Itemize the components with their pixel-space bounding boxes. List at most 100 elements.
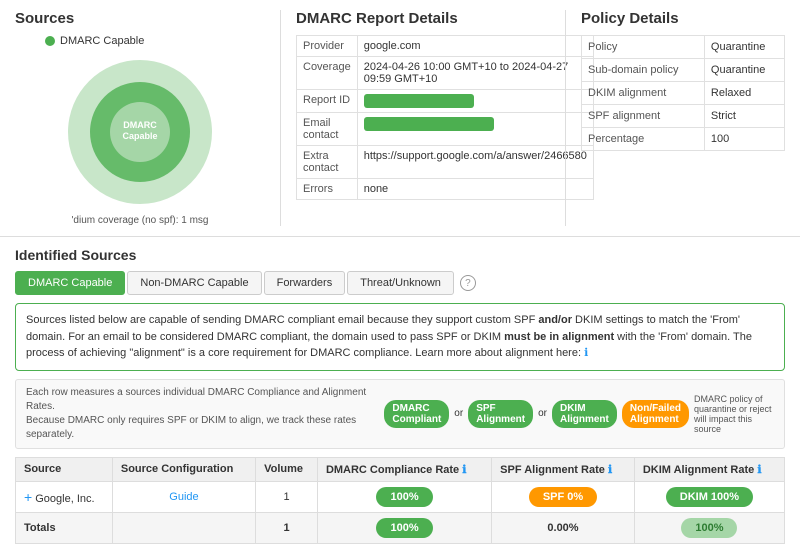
errors-label: Errors xyxy=(297,179,358,200)
totals-label: Totals xyxy=(16,512,113,543)
metrics-text: Each row measures a sources individual D… xyxy=(26,386,374,442)
dkim-rate-help-icon[interactable]: ℹ xyxy=(757,464,761,476)
policy-label: Policy xyxy=(582,36,705,59)
table-row: Policy Quarantine xyxy=(582,36,785,59)
table-row: Email contact xyxy=(297,113,594,146)
legend-label: DMARC Capable xyxy=(60,35,144,47)
pill-spf-alignment: SPFAlignment xyxy=(468,400,533,428)
provider-label: Provider xyxy=(297,36,358,57)
table-header-row: Source Source Configuration Volume DMARC… xyxy=(16,457,785,481)
coverage-label: Coverage xyxy=(297,57,358,90)
info-box: Sources listed below are capable of send… xyxy=(15,303,785,371)
source-name: + Google, Inc. xyxy=(16,481,113,512)
donut-label: 'dium coverage (no spf): 1 msg xyxy=(72,215,209,226)
table-row: DKIM alignment Relaxed xyxy=(582,82,785,105)
col-volume: Volume xyxy=(256,457,318,481)
source-volume: 1 xyxy=(256,481,318,512)
percentage-label: Percentage xyxy=(582,128,705,151)
dkim-alignment-label: DKIM alignment xyxy=(582,82,705,105)
errors-value: none xyxy=(357,179,593,200)
dmarc-rate-value: 100% xyxy=(317,481,491,512)
report-id-value xyxy=(357,90,593,113)
dmarc-detail-table: Provider google.com Coverage 2024-04-26 … xyxy=(296,35,594,200)
extra-contact-value: https://support.google.com/a/answer/2466… xyxy=(357,146,593,179)
email-contact-label: Email contact xyxy=(297,113,358,146)
col-spf-rate: SPF Alignment Rate ℹ xyxy=(492,457,635,481)
table-row: Errors none xyxy=(297,179,594,200)
col-dmarc-rate: DMARC Compliance Rate ℹ xyxy=(317,457,491,481)
tab-non-dmarc-capable[interactable]: Non-DMARC Capable xyxy=(127,271,261,295)
totals-volume: 1 xyxy=(256,512,318,543)
guide-link[interactable]: Guide xyxy=(169,491,198,503)
table-row: Report ID xyxy=(297,90,594,113)
donut-container: DMARC Capable 'dium coverage (no spf): 1… xyxy=(15,52,265,226)
totals-dmarc-pill: 100% xyxy=(376,518,432,538)
dmarc-report-title: DMARC Report Details xyxy=(296,10,550,27)
policy-value: Quarantine xyxy=(704,36,784,59)
table-row: Percentage 100 xyxy=(582,128,785,151)
identified-sources-section: Identified Sources DMARC Capable Non-DMA… xyxy=(0,237,800,554)
dmarc-rate-help-icon[interactable]: ℹ xyxy=(462,464,466,476)
svg-text:DMARC: DMARC xyxy=(123,120,157,130)
pill-dmarc-compliant: DMARCCompliant xyxy=(384,400,449,428)
legend: DMARC Capable xyxy=(45,35,265,47)
spf-rate-value: SPF 0% xyxy=(492,481,635,512)
coverage-value: 2024-04-26 10:00 GMT+10 to 2024-04-27 09… xyxy=(357,57,593,90)
legend-dot xyxy=(45,36,55,46)
table-row: Coverage 2024-04-26 10:00 GMT+10 to 2024… xyxy=(297,57,594,90)
totals-dkim-rate: 100% xyxy=(634,512,784,543)
dkim-rate-value: DKIM 100% xyxy=(634,481,784,512)
provider-value: google.com xyxy=(357,36,593,57)
report-id-label: Report ID xyxy=(297,90,358,113)
help-icon[interactable]: ? xyxy=(460,275,476,291)
bold-and-or: and/or xyxy=(538,314,572,326)
tab-dmarc-capable[interactable]: DMARC Capable xyxy=(15,271,125,295)
policy-table: Policy Quarantine Sub-domain policy Quar… xyxy=(581,35,785,151)
dmarc-report-panel: DMARC Report Details Provider google.com… xyxy=(280,10,565,226)
table-row: Provider google.com xyxy=(297,36,594,57)
col-source: Source xyxy=(16,457,113,481)
metrics-note: DMARC policy of quarantine or reject wil… xyxy=(694,394,774,434)
metrics-legend: DMARCCompliant or SPFAlignment or DKIMAl… xyxy=(384,394,774,434)
extra-contact-label: Extra contact xyxy=(297,146,358,179)
spf-rate-pill: SPF 0% xyxy=(529,487,597,507)
identified-sources-title: Identified Sources xyxy=(15,247,785,263)
tabs-container: DMARC Capable Non-DMARC Capable Forwarde… xyxy=(15,271,785,295)
table-row: + Google, Inc. Guide 1 100% SPF 0% DKIM … xyxy=(16,481,785,512)
totals-dmarc-rate: 100% xyxy=(317,512,491,543)
source-config: Guide xyxy=(112,481,255,512)
expand-icon[interactable]: + xyxy=(24,489,32,505)
sources-table: Source Source Configuration Volume DMARC… xyxy=(15,457,785,544)
percentage-value: 100 xyxy=(704,128,784,151)
metrics-box: Each row measures a sources individual D… xyxy=(15,379,785,449)
totals-config xyxy=(112,512,255,543)
sources-panel: Sources DMARC Capable DMARC Capable 'diu… xyxy=(0,10,280,226)
or-text-2: or xyxy=(538,408,547,419)
pill-dkim-alignment: DKIMAlignment xyxy=(552,400,617,428)
spf-rate-help-icon[interactable]: ℹ xyxy=(608,464,612,476)
spf-alignment-value: Strict xyxy=(704,105,784,128)
email-contact-bar xyxy=(364,117,494,131)
totals-spf-rate: 0.00% xyxy=(492,512,635,543)
subdomain-policy-label: Sub-domain policy xyxy=(582,59,705,82)
tab-threat-unknown[interactable]: Threat/Unknown xyxy=(347,271,454,295)
tab-forwarders[interactable]: Forwarders xyxy=(264,271,346,295)
sources-title: Sources xyxy=(15,10,265,27)
or-text-1: or xyxy=(454,408,463,419)
totals-dkim-pill: 100% xyxy=(681,518,737,538)
policy-title: Policy Details xyxy=(581,10,785,27)
totals-row: Totals 1 100% 0.00% 100% xyxy=(16,512,785,543)
donut-chart: DMARC Capable xyxy=(60,52,220,212)
table-row: Extra contact https://support.google.com… xyxy=(297,146,594,179)
table-row: SPF alignment Strict xyxy=(582,105,785,128)
svg-text:Capable: Capable xyxy=(122,131,157,141)
dkim-rate-pill: DKIM 100% xyxy=(666,487,753,507)
dmarc-rate-pill: 100% xyxy=(376,487,432,507)
col-config: Source Configuration xyxy=(112,457,255,481)
col-dkim-rate: DKIM Alignment Rate ℹ xyxy=(634,457,784,481)
subdomain-policy-value: Quarantine xyxy=(704,59,784,82)
email-contact-value xyxy=(357,113,593,146)
spf-alignment-label: SPF alignment xyxy=(582,105,705,128)
table-row: Sub-domain policy Quarantine xyxy=(582,59,785,82)
help-link-icon[interactable]: ℹ xyxy=(584,347,588,359)
